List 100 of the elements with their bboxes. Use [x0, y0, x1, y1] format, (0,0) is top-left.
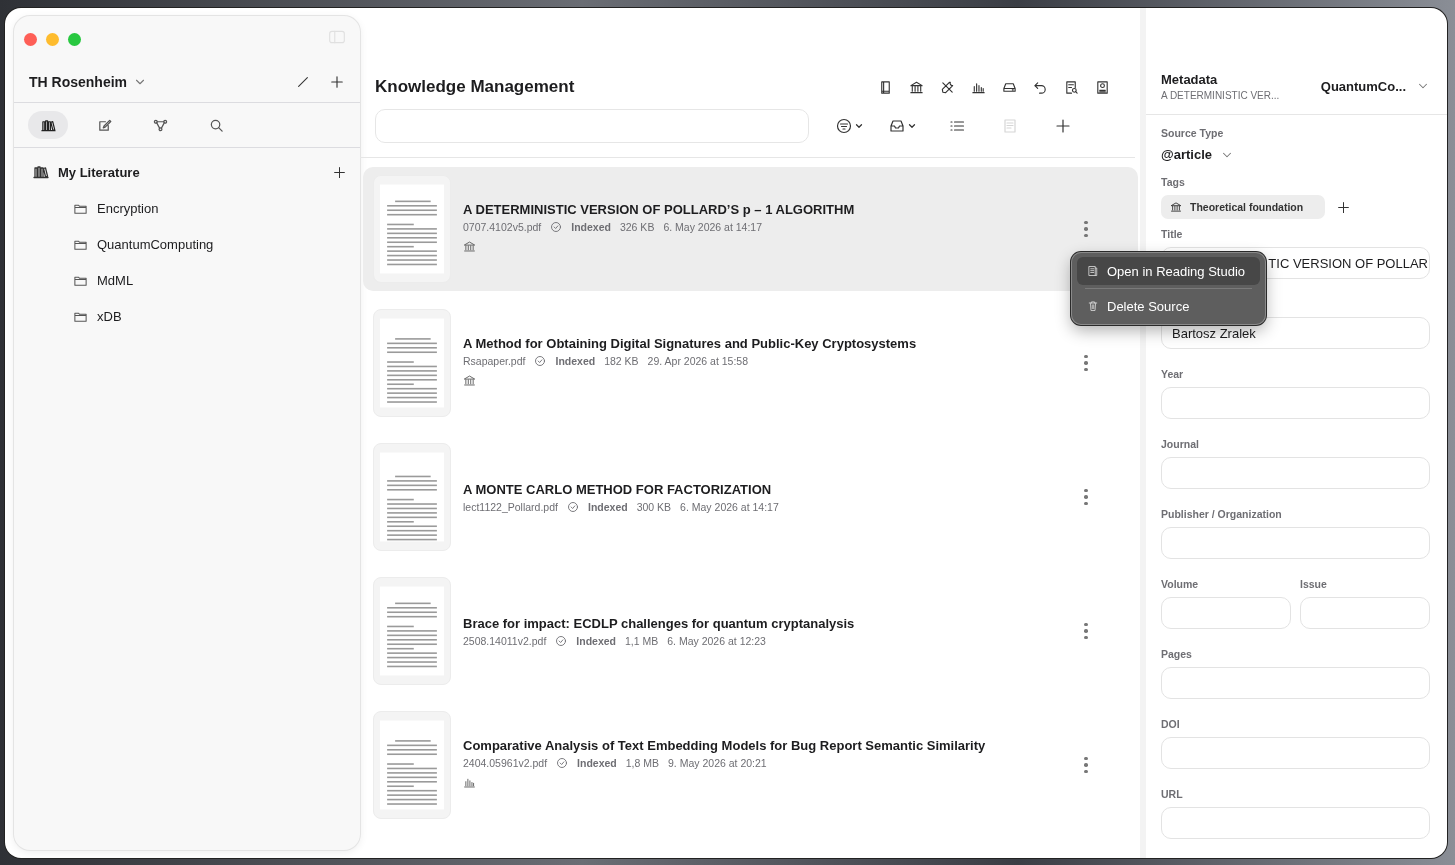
file-size: 326 KB — [619, 220, 655, 233]
plus-icon — [330, 75, 344, 89]
field-label: Year — [1161, 368, 1185, 382]
graph-icon — [152, 117, 168, 133]
toolbar-button[interactable] — [1064, 79, 1079, 95]
folder-item[interactable]: QuantumComputing — [97, 236, 214, 252]
tree-item[interactable]: My Literature — [58, 164, 140, 180]
institution-icon — [1170, 201, 1182, 213]
institution-icon — [909, 79, 924, 95]
panel-title: Metadata — [1161, 71, 1219, 87]
menu-item[interactable]: Open in Reading Studio — [1077, 257, 1260, 285]
institution-icon — [463, 239, 476, 253]
document-icon — [1001, 118, 1018, 134]
toolbar-button[interactable] — [909, 79, 924, 95]
source-item[interactable]: Brace for impact: ECDLP challenges for quantum cryptanalysis 2508.14011v2.pdf Indexed 1,1 MB 6. May 2026 at 12:23 — [363, 569, 1138, 693]
library-icon — [33, 164, 49, 180]
status-label: Indexed — [587, 500, 628, 513]
field-label: Title — [1161, 228, 1184, 242]
list-icon — [948, 118, 965, 134]
input-field[interactable] — [1161, 457, 1430, 489]
source-title: A DETERMINISTIC VERSION OF POLLARD’S p – 1 ALGORITHM — [463, 201, 856, 217]
file-name: Rsapaper.pdf — [463, 354, 526, 367]
book-icon — [878, 79, 893, 95]
toolbar-button[interactable] — [1033, 79, 1048, 95]
contact-book-icon — [1095, 79, 1110, 95]
menu-item[interactable]: Delete Source — [1077, 292, 1260, 320]
source-item[interactable]: A MONTE CARLO METHOD FOR FACTORIZATION lect1122_Pollard.pdf Indexed 300 KB 6. May 2026 at 14:17 — [363, 435, 1138, 559]
sidebar-tab[interactable] — [28, 111, 68, 139]
status-label: Indexed — [571, 220, 611, 233]
field-label: Publisher / Organization — [1161, 508, 1283, 522]
folder-item[interactable]: MdML — [97, 272, 134, 288]
folder-item[interactable]: xDB — [97, 308, 122, 324]
library-icon — [40, 117, 56, 133]
plus-icon — [1337, 200, 1351, 214]
tray-icon — [889, 118, 906, 134]
page-title: Knowledge Management — [375, 77, 575, 97]
filter-icon — [835, 118, 852, 134]
date-label: 29. Apr 2026 at 15:58 — [647, 354, 749, 367]
folder-item[interactable]: Encryption — [97, 200, 159, 216]
tag-chip[interactable]: Theoretical foundation — [1161, 195, 1326, 219]
input-field[interactable] — [1161, 807, 1430, 839]
input-field[interactable] — [1161, 597, 1291, 629]
institution-icon — [463, 373, 476, 387]
sidebar-toggle-icon — [328, 28, 346, 46]
input-field[interactable] — [1300, 597, 1430, 629]
file-size: 1,1 MB — [625, 634, 659, 647]
search-field[interactable] — [375, 109, 809, 143]
field-label: Pages — [1161, 648, 1193, 662]
date-label: 9. May 2026 at 20:21 — [668, 756, 767, 769]
source-title: Comparative Analysis of Text Embedding Models for Bug Report Semantic Similarity — [463, 737, 987, 753]
check-circle-icon — [556, 756, 569, 769]
file-name: lect1122_Pollard.pdf — [463, 500, 558, 513]
chevron-icon — [853, 121, 864, 131]
panel-subtitle: A DETERMINISTIC VER... — [1161, 89, 1280, 101]
pencil-icon — [296, 75, 310, 89]
chevron-icon — [907, 121, 918, 131]
check-circle-icon — [555, 634, 568, 647]
add-tag-button[interactable] — [1337, 200, 1351, 214]
status-label: Indexed — [577, 756, 617, 769]
file-name: 2404.05961v2.pdf — [463, 756, 548, 769]
close-button[interactable] — [24, 32, 37, 46]
trash-icon — [1087, 300, 1099, 312]
date-label: 6. May 2026 at 14:17 — [663, 220, 763, 233]
search-icon — [208, 117, 224, 133]
edit-button[interactable] — [296, 75, 310, 89]
file-name: 2508.14011v2.pdf — [463, 634, 547, 647]
field-label: Issue — [1300, 578, 1328, 592]
toolbar-button[interactable] — [1095, 79, 1110, 95]
add-button[interactable] — [333, 165, 346, 179]
plus-icon — [333, 165, 346, 179]
toolbar-button[interactable] — [940, 79, 955, 95]
check-circle-icon — [534, 354, 547, 367]
input-field[interactable] — [1161, 527, 1430, 559]
collection-dropdown[interactable]: QuantumCo... — [1320, 78, 1430, 94]
document-search-icon — [1064, 79, 1079, 95]
field-label: Journal — [1161, 438, 1200, 452]
tools-icon — [940, 79, 955, 95]
file-size: 182 KB — [604, 354, 639, 367]
field-label: DOI — [1161, 718, 1181, 732]
field-label: Tags — [1161, 176, 1186, 190]
input-field[interactable] — [1161, 387, 1430, 419]
source-title: A Method for Obtaining Digital Signatures and Public-Key Cryptosystems — [463, 335, 918, 351]
plus-icon — [1055, 118, 1072, 134]
workspace-name: TH Rosenheim — [29, 74, 127, 90]
date-label: 6. May 2026 at 12:23 — [667, 634, 766, 647]
check-circle-icon — [550, 220, 563, 233]
source-type-dropdown[interactable]: @article — [1161, 147, 1430, 162]
date-label: 6. May 2026 at 14:17 — [680, 500, 779, 513]
source-title: A MONTE CARLO METHOD FOR FACTORIZATION — [463, 481, 773, 497]
document-icon — [1087, 265, 1099, 277]
toolbar-button[interactable] — [878, 79, 893, 95]
status-label: Indexed — [555, 354, 596, 367]
field-label: Source Type — [1161, 127, 1225, 141]
file-size: 1,8 MB — [625, 756, 660, 769]
source-title: Brace for impact: ECDLP challenges for quantum cryptanalysis — [463, 615, 856, 631]
check-circle-icon — [566, 500, 579, 513]
source-item[interactable]: Comparative Analysis of Text Embedding Models for Bug Report Semantic Similarity 2404.05961v2.pdf Indexed 1,8 MB 9. May 2026 at 20:21 — [363, 703, 1138, 827]
input-field[interactable] — [1161, 737, 1430, 769]
input-field[interactable] — [1161, 667, 1430, 699]
field-label: URL — [1161, 788, 1184, 802]
